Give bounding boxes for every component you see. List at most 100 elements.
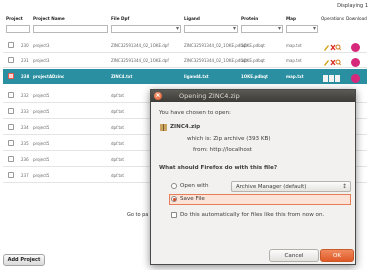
row-project-id: 234	[21, 125, 29, 130]
row-project-name: project3	[33, 43, 50, 48]
row-protein[interactable]: 1OKE.pdbqt	[241, 58, 265, 63]
table-header: Project Project Name File Dpf Ligand Pro…	[3, 13, 367, 23]
view-icon[interactable]	[335, 59, 342, 66]
row-project-id: 232	[21, 93, 29, 98]
displaying-count: Displaying 1	[337, 3, 368, 9]
view-icon[interactable]	[335, 75, 340, 82]
filter-file-dpf-select[interactable]	[111, 25, 181, 33]
row-map[interactable]: map.txt	[286, 74, 304, 79]
save-file-radio[interactable]	[171, 196, 177, 202]
header-ligand[interactable]: Ligand	[184, 16, 200, 21]
dialog-intro: You have chosen to open:	[159, 110, 231, 116]
row-project-name: project3	[33, 58, 50, 63]
row-file-dpf[interactable]: dpf.txt	[111, 109, 124, 114]
row-ligand[interactable]: ZINC32591344_02_1OKE.pdbqt	[184, 43, 247, 48]
row-ligand[interactable]: ligand4.txt	[184, 74, 209, 79]
download-dialog: × Opening ZINC4.zip You have chosen to o…	[150, 89, 356, 265]
row-checkbox[interactable]	[8, 92, 14, 98]
row-file-dpf[interactable]: ZINC32591344_02_1OKE.dpf	[111, 43, 169, 48]
filter-project-name-input[interactable]	[33, 25, 108, 33]
row-project-name: projectADzinc	[33, 74, 65, 79]
row-project-id: 237	[21, 173, 29, 178]
row-file-dpf[interactable]: ZINC4.txt	[111, 74, 132, 79]
view-icon[interactable]	[335, 44, 342, 51]
close-icon[interactable]: ×	[154, 92, 162, 100]
header-protein[interactable]: Protein	[241, 16, 258, 21]
row-file-dpf[interactable]: dpf.txt	[111, 173, 124, 178]
row-file-dpf[interactable]: dpf.txt	[111, 141, 124, 146]
edit-icon[interactable]	[324, 45, 329, 51]
row-operations	[323, 43, 342, 52]
row-checkbox[interactable]	[8, 108, 14, 114]
row-project-name: project5	[33, 125, 50, 130]
row-checkbox[interactable]	[8, 172, 14, 178]
auto-action-checkbox[interactable]	[171, 212, 177, 218]
row-project-id: 235	[21, 141, 29, 146]
dialog-file-type: which is: Zip archive (393 KB)	[187, 136, 271, 142]
open-with-radio[interactable]	[171, 183, 177, 189]
save-file-label[interactable]: Save File	[180, 196, 205, 202]
row-project-id: 233	[21, 109, 29, 114]
filter-protein-select[interactable]	[241, 25, 283, 33]
row-checkbox[interactable]	[8, 156, 14, 162]
delete-icon[interactable]	[329, 75, 334, 82]
row-project-name: project5	[33, 173, 50, 178]
header-download: Download	[346, 16, 367, 21]
header-map[interactable]: Map	[286, 16, 296, 21]
dialog-file-source: from: http://localhost	[193, 147, 252, 153]
row-file-dpf[interactable]: dpf.txt	[111, 93, 124, 98]
row-file-dpf[interactable]: dpf.txt	[111, 157, 124, 162]
row-map[interactable]: map.txt	[286, 43, 302, 48]
auto-action-label[interactable]: Do this automatically for files like thi…	[180, 212, 324, 218]
dialog-question: What should Firefox do with this file?	[159, 165, 278, 171]
row-project-id: 238	[21, 74, 30, 79]
row-checkbox-checked[interactable]	[8, 73, 14, 79]
row-file-dpf[interactable]: dpf.txt	[111, 125, 124, 130]
edit-icon[interactable]	[324, 60, 329, 66]
filter-map-select[interactable]	[286, 25, 318, 33]
row-project-name: project5	[33, 157, 50, 162]
row-operations	[323, 74, 341, 83]
row-checkbox[interactable]	[8, 140, 14, 146]
dialog-titlebar[interactable]: × Opening ZINC4.zip	[151, 90, 355, 102]
row-project-name: project5	[33, 141, 50, 146]
filter-project-input[interactable]	[6, 25, 30, 33]
header-project-name[interactable]: Project Name	[33, 16, 65, 21]
row-checkbox[interactable]	[8, 57, 14, 63]
open-with-label[interactable]: Open with	[180, 183, 209, 189]
open-with-app-select[interactable]: Archive Manager (default)	[231, 181, 351, 192]
row-project-id: 236	[21, 157, 29, 162]
row-project-id: 231	[21, 58, 29, 63]
add-project-button[interactable]: Add Project	[3, 254, 45, 266]
filter-ligand-select[interactable]	[184, 25, 238, 33]
row-checkbox[interactable]	[8, 42, 14, 48]
row-checkbox[interactable]	[8, 124, 14, 130]
row-operations	[323, 58, 342, 67]
row-protein[interactable]: 1OKE.pdbqt	[241, 43, 265, 48]
download-icon[interactable]	[351, 74, 360, 83]
header-file-dpf[interactable]: File Dpf	[111, 16, 129, 21]
download-icon[interactable]	[351, 43, 360, 52]
table-row[interactable]: 230 project3 ZINC32591344_02_1OKE.dpf ZI…	[3, 38, 367, 53]
dialog-title: Opening ZINC4.zip	[179, 92, 240, 100]
dialog-file-name: ZINC4.zip	[170, 124, 201, 130]
zip-file-icon	[160, 124, 167, 131]
row-map[interactable]: map.txt	[286, 58, 302, 63]
row-ligand[interactable]: ZINC32591344_02_1OKE.pdbqt	[184, 58, 247, 63]
ok-button[interactable]: OK	[320, 249, 354, 262]
table-row-selected[interactable]: 238 projectADzinc ZINC4.txt ligand4.txt …	[3, 69, 367, 84]
header-operations: Operations	[321, 16, 345, 21]
row-file-dpf[interactable]: ZINC32591344_02_1OKE.dpf	[111, 58, 169, 63]
cancel-button[interactable]: Cancel	[269, 249, 319, 262]
download-icon[interactable]	[351, 58, 360, 67]
edit-icon[interactable]	[323, 75, 328, 82]
row-protein[interactable]: 1OKE.pdbqt	[241, 74, 268, 79]
row-project-name: project5	[33, 109, 50, 114]
go-to-page-label: Go to pa	[127, 212, 149, 218]
table-row[interactable]: 231 project3 ZINC32591344_02_1OKE.dpf ZI…	[3, 53, 367, 68]
delete-icon[interactable]	[330, 59, 336, 66]
row-project-id: 230	[21, 43, 29, 48]
header-project[interactable]: Project	[6, 16, 23, 21]
delete-icon[interactable]	[330, 44, 336, 51]
filter-row	[3, 25, 367, 36]
